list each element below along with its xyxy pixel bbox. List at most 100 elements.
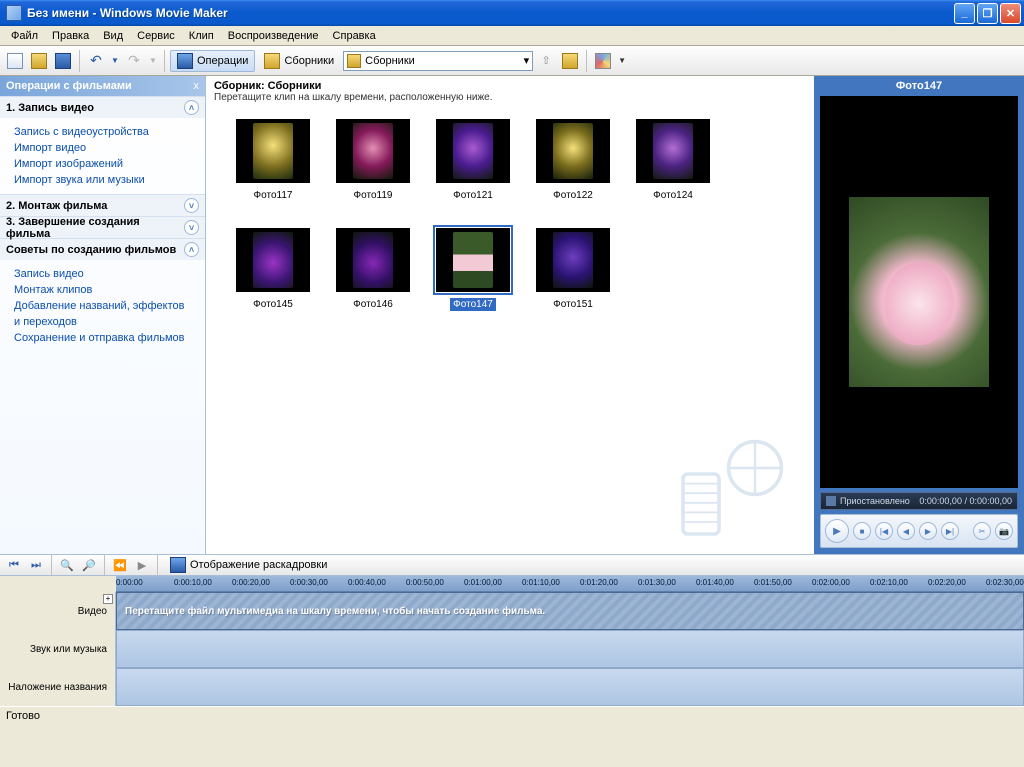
menu-сервис[interactable]: Сервис bbox=[130, 28, 182, 44]
clip-thumbnail[interactable]: Фото117 bbox=[236, 119, 310, 202]
redo-dropdown[interactable]: ▼ bbox=[147, 50, 159, 72]
zoom-out-button[interactable]: 🔎 bbox=[79, 556, 99, 574]
timeline: Видео + Звук или музыка Наложение назван… bbox=[0, 576, 1024, 706]
sidebar-title: Операции с фильмами bbox=[6, 80, 132, 92]
toolbar-separator bbox=[164, 50, 165, 72]
thumbnail-label: Фото121 bbox=[450, 189, 496, 202]
section-header-1[interactable]: 2. Монтаж фильма˅ bbox=[0, 194, 205, 216]
undo-dropdown[interactable]: ▼ bbox=[109, 50, 121, 72]
expand-video-button[interactable]: + bbox=[103, 594, 113, 604]
window-restore-button[interactable]: ❐ bbox=[977, 3, 998, 24]
thumbnail-label: Фото124 bbox=[650, 189, 696, 202]
thumbnail-image bbox=[353, 232, 393, 288]
ruler-tick: 0:00:10,00 bbox=[174, 578, 212, 587]
clip-thumbnail[interactable]: Фото121 bbox=[436, 119, 510, 202]
task-link[interactable]: Сохранение и отправка фильмов bbox=[14, 330, 191, 346]
thumbnail-image bbox=[553, 232, 593, 288]
task-link[interactable]: Запись с видеоустройства bbox=[14, 124, 191, 140]
ruler-tick: 0:01:40,00 bbox=[696, 578, 734, 587]
chevron-up-icon: ˄ bbox=[184, 100, 199, 115]
clip-thumbnail[interactable]: Фото147 bbox=[436, 228, 510, 311]
toggle-storyboard-button[interactable]: Отображение раскадровки bbox=[163, 554, 334, 576]
seek-slider-icon bbox=[826, 496, 836, 506]
ruler-tick: 0:01:50,00 bbox=[754, 578, 792, 587]
view-options-dropdown[interactable]: ▼ bbox=[616, 50, 628, 72]
task-link[interactable]: Импорт звука или музыки bbox=[14, 172, 191, 188]
split-button[interactable]: ✂ bbox=[973, 522, 991, 540]
up-level-button[interactable]: ⇧ bbox=[535, 50, 557, 72]
timeline-ruler[interactable]: 0:00:000:00:10,000:00:20,000:00:30,000:0… bbox=[116, 576, 1024, 592]
title-track[interactable] bbox=[116, 668, 1024, 706]
tasks-sidebar: Операции с фильмами x 1. Запись видео˄ За… bbox=[0, 76, 206, 554]
collection-title: Сборник: Сборники bbox=[214, 80, 806, 92]
ruler-tick: 0:00:20,00 bbox=[232, 578, 270, 587]
menu-воспроизведение[interactable]: Воспроизведение bbox=[221, 28, 326, 44]
ruler-tick: 0:00:30,00 bbox=[290, 578, 328, 587]
clip-thumbnail[interactable]: Фото151 bbox=[536, 228, 610, 311]
prev-button[interactable]: |◀ bbox=[875, 522, 893, 540]
task-link[interactable]: Добавление названий, эффектов и переходо… bbox=[14, 298, 191, 330]
next-button[interactable]: ▶| bbox=[941, 522, 959, 540]
section-title: 3. Завершение создания фильма bbox=[6, 216, 184, 240]
menu-вид[interactable]: Вид bbox=[96, 28, 130, 44]
section-header-3[interactable]: Советы по созданию фильмов˄ bbox=[0, 238, 205, 260]
section-header-0[interactable]: 1. Запись видео˄ bbox=[0, 96, 205, 118]
collections-pane-button[interactable]: Сборники bbox=[257, 50, 341, 72]
step-fwd-button[interactable]: ▶ bbox=[919, 522, 937, 540]
chevron-down-icon: ˅ bbox=[184, 220, 199, 235]
save-button[interactable] bbox=[52, 50, 74, 72]
new-project-button[interactable] bbox=[4, 50, 26, 72]
timeline-prev-button[interactable]: ⏮ bbox=[4, 556, 24, 574]
task-link[interactable]: Импорт видео bbox=[14, 140, 191, 156]
clip-thumbnail[interactable]: Фото119 bbox=[336, 119, 410, 202]
clip-thumbnail[interactable]: Фото122 bbox=[536, 119, 610, 202]
view-options-button[interactable] bbox=[592, 50, 614, 72]
menu-справка[interactable]: Справка bbox=[326, 28, 383, 44]
section-title: 2. Монтаж фильма bbox=[6, 200, 107, 212]
clip-thumbnail[interactable]: Фото145 bbox=[236, 228, 310, 311]
menu-клип[interactable]: Клип bbox=[182, 28, 221, 44]
collection-subtitle: Перетащите клип на шкалу времени, распол… bbox=[214, 92, 806, 103]
open-button[interactable] bbox=[28, 50, 50, 72]
timeline-toolbar: ⏮ ⏭ 🔍 🔎 ⏪ ▶ Отображение раскадровки bbox=[0, 554, 1024, 576]
new-folder-button[interactable] bbox=[559, 50, 581, 72]
window-close-button[interactable]: ✕ bbox=[1000, 3, 1021, 24]
play-button[interactable]: ▶ bbox=[825, 519, 849, 543]
preview-time: 0:00:00,00 / 0:00:00,00 bbox=[919, 496, 1012, 506]
redo-button[interactable]: ↷ bbox=[123, 50, 145, 72]
clip-thumbnail[interactable]: Фото124 bbox=[636, 119, 710, 202]
zoom-in-button[interactable]: 🔍 bbox=[57, 556, 77, 574]
menu-файл[interactable]: Файл bbox=[4, 28, 45, 44]
step-back-button[interactable]: ◀ bbox=[897, 522, 915, 540]
play-timeline-button[interactable]: ▶ bbox=[132, 556, 152, 574]
main-toolbar: ↶ ▼ ↷ ▼ Операции Сборники Сборники ▾ ⇧ ▼ bbox=[0, 46, 1024, 76]
track-label-title: Наложение названия bbox=[0, 668, 116, 706]
app-icon bbox=[6, 5, 22, 21]
chevron-down-icon: ▾ bbox=[524, 54, 530, 67]
thumbnail-image bbox=[353, 123, 393, 179]
preview-status-text: Приостановлено bbox=[840, 496, 910, 506]
sidebar-close-button[interactable]: x bbox=[194, 80, 200, 92]
stop-button[interactable]: ■ bbox=[853, 522, 871, 540]
task-link[interactable]: Запись видео bbox=[14, 266, 191, 282]
undo-button[interactable]: ↶ bbox=[85, 50, 107, 72]
task-link[interactable]: Импорт изображений bbox=[14, 156, 191, 172]
audio-track[interactable] bbox=[116, 630, 1024, 668]
timeline-drop-hint: Перетащите файл мультимедиа на шкалу вре… bbox=[125, 606, 545, 617]
clip-thumbnail[interactable]: Фото146 bbox=[336, 228, 410, 311]
menu-правка[interactable]: Правка bbox=[45, 28, 96, 44]
task-link[interactable]: Монтаж клипов bbox=[14, 282, 191, 298]
collections-combobox[interactable]: Сборники ▾ bbox=[343, 51, 533, 71]
preview-statusbar: Приостановлено 0:00:00,00 / 0:00:00,00 bbox=[820, 492, 1018, 510]
video-track[interactable]: Перетащите файл мультимедиа на шкалу вре… bbox=[116, 592, 1024, 630]
window-minimize-button[interactable]: _ bbox=[954, 3, 975, 24]
thumbnail-image bbox=[653, 123, 693, 179]
tasks-pane-button[interactable]: Операции bbox=[170, 50, 255, 72]
section-header-2[interactable]: 3. Завершение создания фильма˅ bbox=[0, 216, 205, 238]
preview-screen[interactable] bbox=[820, 96, 1018, 488]
ruler-tick: 0:02:10,00 bbox=[870, 578, 908, 587]
timeline-next-button[interactable]: ⏭ bbox=[26, 556, 46, 574]
rewind-button[interactable]: ⏪ bbox=[110, 556, 130, 574]
snapshot-button[interactable]: 📷 bbox=[995, 522, 1013, 540]
toggle-storyboard-label: Отображение раскадровки bbox=[190, 559, 327, 571]
